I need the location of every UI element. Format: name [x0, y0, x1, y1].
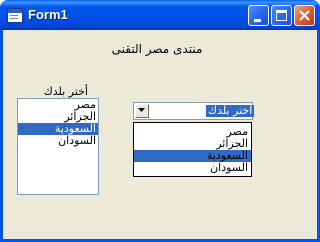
listbox-label: أختر بلدك: [43, 85, 88, 98]
close-button[interactable]: [294, 5, 315, 26]
dropdown-option[interactable]: السودان: [134, 162, 251, 174]
combo-dropdown-button[interactable]: [135, 104, 149, 118]
combo-selected-value: أختر بلدك: [206, 104, 255, 117]
maximize-button[interactable]: [271, 5, 292, 26]
close-icon: [299, 10, 310, 21]
list-item[interactable]: السودان: [18, 135, 98, 147]
minimize-button[interactable]: [248, 5, 269, 26]
window-title: Form1: [28, 7, 68, 22]
country-combobox[interactable]: أختر بلدك: [133, 102, 255, 120]
chevron-down-icon: [138, 108, 145, 112]
title-bar[interactable]: Form1: [0, 0, 320, 30]
country-listbox[interactable]: مصر الجزائر السعودية السودان: [17, 98, 99, 195]
page-heading: منتدى مصر التقنى: [111, 42, 203, 56]
combo-dropdown-list[interactable]: مصر الجزائر السعودية السودان: [133, 122, 252, 177]
app-icon[interactable]: [7, 8, 23, 23]
